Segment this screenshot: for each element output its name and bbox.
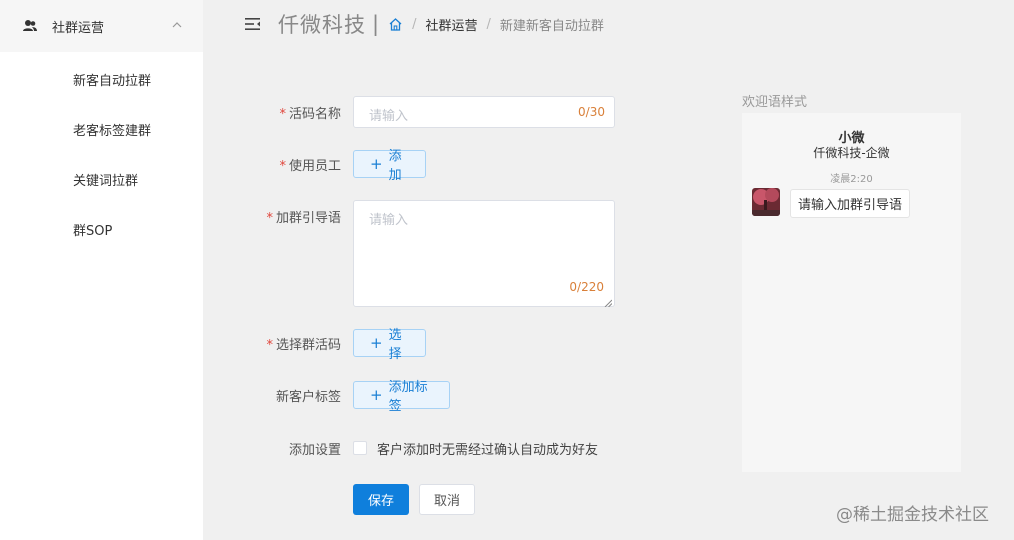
menu-fold-icon[interactable] [244, 16, 262, 32]
auto-friend-checkbox[interactable] [353, 441, 367, 455]
avatar [752, 188, 780, 216]
add-tag-button[interactable]: + 添加标签 [353, 380, 450, 414]
code-name-input[interactable]: 请输入 0/30 [353, 96, 615, 128]
plus-icon: + [370, 385, 383, 404]
preview-corp: 仟微科技-企微 [813, 146, 890, 160]
guide-textarea[interactable]: 请输入 0/220 [353, 200, 615, 308]
staff-label: * 使用员工 [279, 159, 341, 174]
resize-handle-icon[interactable] [604, 296, 613, 308]
brand-separator: | [372, 12, 380, 36]
breadcrumb-separator: / [412, 16, 417, 32]
users-icon [22, 18, 38, 34]
select-group-code-button[interactable]: + 选择 [353, 328, 426, 362]
header: 仟微科技 | / 社群运营 / 新建新客自动拉群 [244, 0, 1004, 48]
preview-title: 欢迎语样式 [742, 95, 808, 110]
auto-friend-text[interactable]: 客户添加时无需经过确认自动成为好友 [377, 439, 598, 458]
guide-label: * 加群引导语 [266, 211, 341, 226]
sidebar-item-group-sop[interactable]: 群SOP [0, 204, 203, 254]
group-code-label: * 选择群活码 [266, 338, 341, 353]
settings-label: 添加设置 [288, 443, 341, 458]
home-icon[interactable] [388, 17, 403, 32]
plus-icon: + [370, 333, 383, 352]
breadcrumb-community[interactable]: 社群运营 [425, 15, 477, 34]
welcome-preview: 小微 仟微科技-企微 凌晨2:20 请输入加群引导语 [742, 113, 961, 472]
breadcrumb-current: 新建新客自动拉群 [499, 18, 604, 34]
guide-counter: 0/220 [569, 280, 604, 294]
brand-name: 仟微科技 [278, 13, 366, 37]
code-name-placeholder: 请输入 [369, 109, 409, 124]
code-name-counter: 0/30 [578, 105, 605, 119]
tags-label: 新客户标签 [275, 390, 341, 405]
sidebar-item-new-customer-group[interactable]: 新客自动拉群 [0, 54, 203, 104]
sidebar-item-keyword-group[interactable]: 关键词拉群 [0, 154, 203, 204]
chevron-up-icon[interactable] [171, 19, 183, 31]
preview-time: 凌晨2:20 [830, 174, 873, 185]
add-staff-button[interactable]: + 添加 [353, 149, 426, 183]
plus-icon: + [370, 154, 383, 173]
guide-placeholder: 请输入 [369, 213, 409, 228]
sidebar-item-old-customer-tag-group[interactable]: 老客标签建群 [0, 104, 203, 154]
watermark: @稀土掘金技术社区 [836, 505, 989, 525]
breadcrumb-separator: / [486, 16, 491, 32]
cancel-button[interactable]: 取消 [419, 484, 475, 515]
preview-message-bubble: 请输入加群引导语 [790, 189, 911, 218]
save-button[interactable]: 保存 [353, 484, 409, 515]
code-name-label: * 活码名称 [279, 107, 341, 122]
sidebar-group-community[interactable]: 社群运营 [0, 0, 203, 52]
sidebar-group-label: 社群运营 [52, 20, 105, 36]
sidebar: 社群运营 新客自动拉群 老客标签建群 关键词拉群 群SOP [0, 0, 203, 540]
